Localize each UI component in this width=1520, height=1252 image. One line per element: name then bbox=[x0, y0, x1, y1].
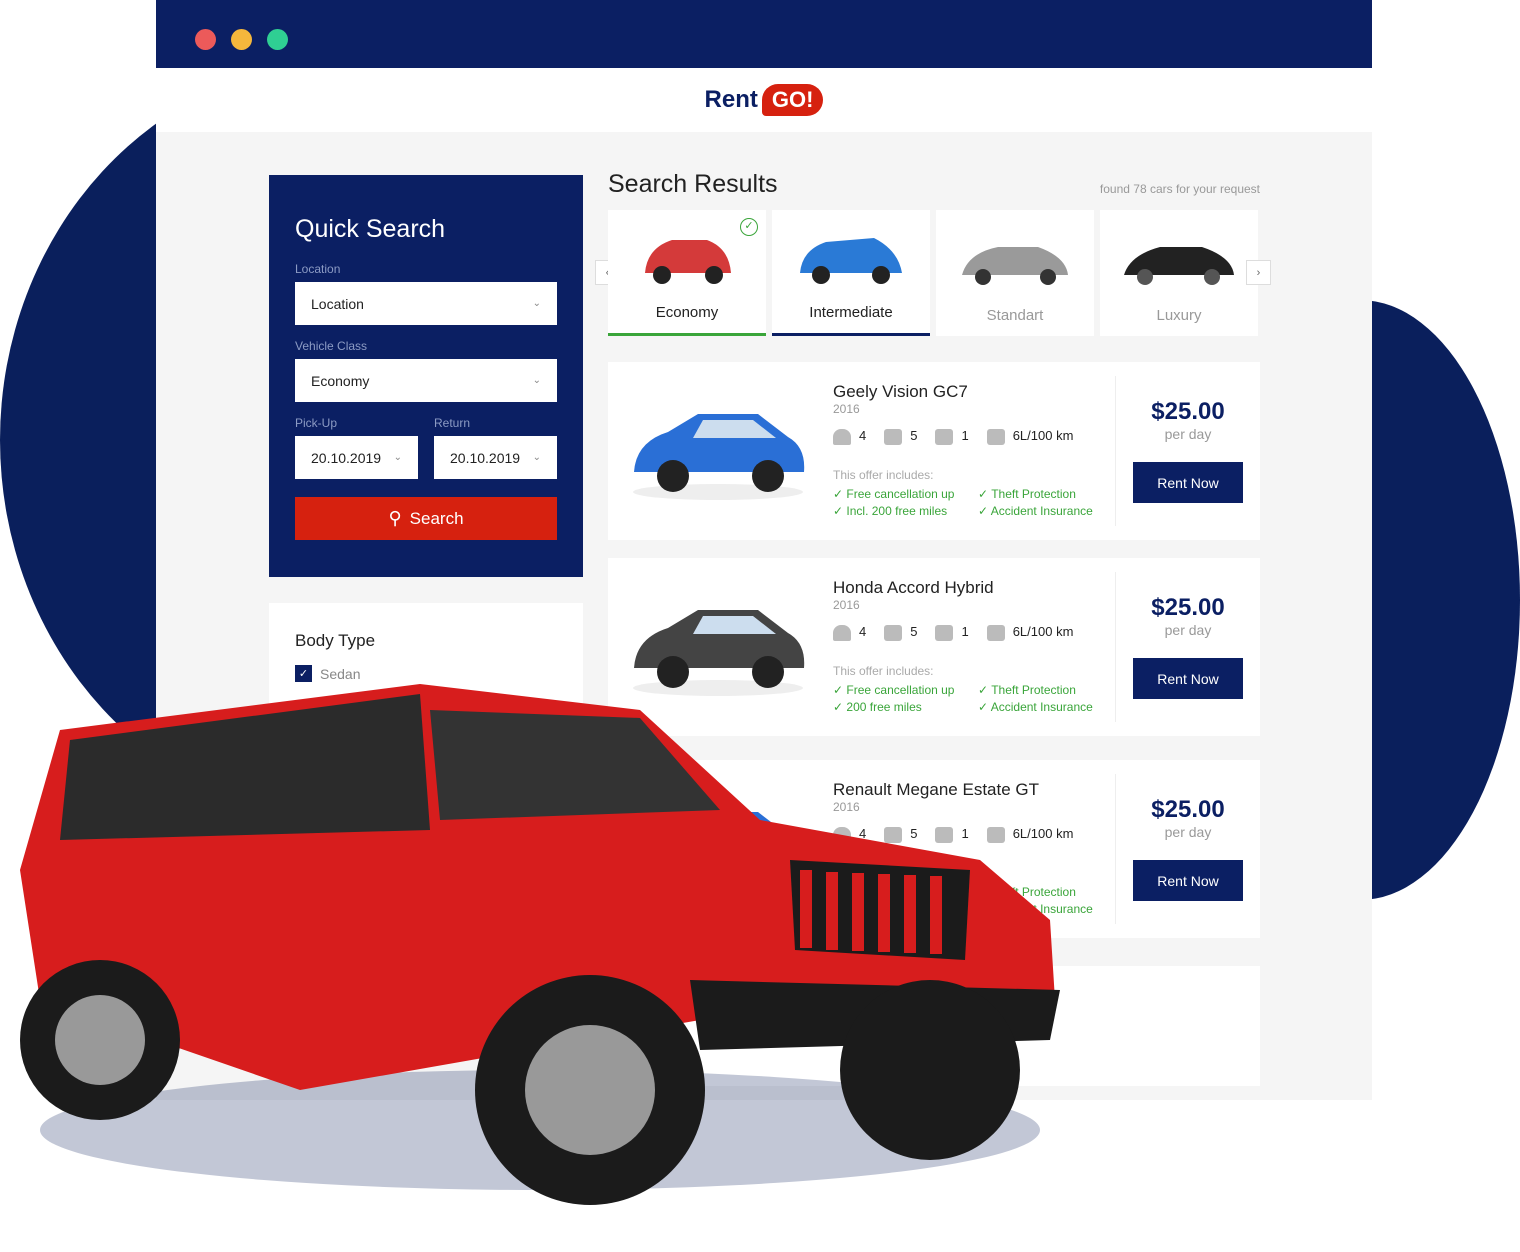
category-label: Standart bbox=[986, 307, 1044, 324]
fuel-can-icon bbox=[986, 624, 1005, 641]
pickup-label: Pick-Up bbox=[295, 416, 338, 430]
chevron-down-icon: ⌄ bbox=[532, 452, 541, 463]
maximize-dot[interactable] bbox=[267, 29, 288, 50]
check-icon: ✓ bbox=[833, 504, 844, 518]
feature-item: ✓ Accident Insurance bbox=[978, 504, 1118, 518]
minimize-dot[interactable] bbox=[231, 29, 252, 50]
price: $25.00 bbox=[1151, 398, 1225, 425]
search-icon: ⚲ bbox=[388, 508, 402, 528]
return-date-value: 20.10.2019 bbox=[450, 449, 521, 466]
chevron-down-icon: ⌄ bbox=[532, 298, 541, 309]
window-titlebar bbox=[156, 0, 1372, 68]
check-circle-icon: ✓ bbox=[740, 218, 758, 236]
vehicle-class-value: Economy bbox=[311, 372, 370, 389]
car-image bbox=[633, 414, 805, 500]
results-count: found 78 cars for your request bbox=[1099, 182, 1260, 196]
check-icon: ✓ bbox=[978, 487, 989, 501]
location-select[interactable]: Location ⌄ bbox=[295, 282, 557, 325]
car-year: 2016 bbox=[833, 598, 860, 612]
door-icon bbox=[884, 624, 903, 641]
jeep-hero-image bbox=[20, 684, 1060, 1205]
doors-count: 5 bbox=[910, 624, 918, 639]
pickup-date-value: 20.10.2019 bbox=[311, 449, 382, 466]
fuel-can-icon bbox=[986, 428, 1005, 445]
body-type-title: Body Type bbox=[295, 631, 376, 650]
site-header: Rent GO! bbox=[156, 68, 1372, 132]
offer-features: ✓ Free cancellation up✓ Theft Protection… bbox=[833, 487, 1118, 518]
result-card: Geely Vision GC7 2016 4 5 1 6L/100 km Th… bbox=[608, 362, 1260, 540]
seats-count: 4 bbox=[859, 624, 867, 639]
doors-count: 5 bbox=[910, 428, 918, 443]
bags-count: 1 bbox=[961, 624, 969, 639]
feature-item: ✓ Theft Protection bbox=[978, 487, 1118, 501]
car-image bbox=[800, 238, 902, 284]
return-label: Return bbox=[434, 416, 471, 430]
price-unit: per day bbox=[1164, 622, 1212, 638]
location-label: Location bbox=[295, 262, 341, 276]
divider bbox=[1115, 376, 1116, 526]
car-image bbox=[645, 240, 731, 284]
feature-label: Theft Protection bbox=[991, 487, 1076, 501]
logo-text[interactable]: Rent bbox=[705, 86, 758, 114]
chevron-down-icon: ⌄ bbox=[532, 375, 541, 386]
category-carousel: ✓ Economy Intermediate Standart Luxury bbox=[608, 210, 1258, 336]
search-button[interactable]: ⚲ Search bbox=[295, 497, 557, 540]
search-results-title: Search Results bbox=[608, 170, 778, 198]
feature-item: ✓ Incl. 200 free miles bbox=[833, 504, 978, 518]
check-icon: ✓ bbox=[978, 504, 989, 518]
feature-label: Accident Insurance bbox=[990, 504, 1093, 518]
luggage-icon bbox=[935, 624, 954, 641]
category-luxury[interactable]: Luxury bbox=[1100, 210, 1258, 336]
close-dot[interactable] bbox=[195, 29, 216, 50]
search-label: Search bbox=[409, 508, 464, 528]
offer-includes-label: This offer includes: bbox=[833, 468, 934, 482]
pickup-date-select[interactable]: 20.10.2019 ⌄ bbox=[295, 436, 418, 479]
quick-search-title: Quick Search bbox=[295, 215, 446, 243]
fuel-consumption: 6L/100 km bbox=[1012, 624, 1074, 639]
feature-label: Incl. 200 free miles bbox=[846, 504, 948, 518]
price: $25.00 bbox=[1151, 594, 1225, 621]
category-intermediate[interactable]: Intermediate bbox=[772, 210, 930, 336]
car-image bbox=[962, 247, 1068, 285]
chevron-right-icon[interactable]: › bbox=[1246, 260, 1271, 285]
quick-search-panel: Quick Search Location Location ⌄ Vehicle … bbox=[269, 175, 583, 577]
category-label: Luxury bbox=[1156, 307, 1202, 324]
price-unit: per day bbox=[1164, 824, 1212, 840]
door-icon bbox=[884, 428, 903, 445]
car-specs: 4 5 1 6L/100 km bbox=[833, 624, 1073, 641]
rent-now-button[interactable]: Rent Now bbox=[1133, 860, 1243, 901]
category-label: Intermediate bbox=[809, 304, 893, 321]
chevron-down-icon: ⌄ bbox=[393, 452, 402, 463]
fuel-consumption: 6L/100 km bbox=[1012, 428, 1074, 443]
category-label: Economy bbox=[655, 304, 719, 321]
divider bbox=[1115, 774, 1116, 924]
passenger-icon bbox=[833, 624, 851, 641]
rent-now-button[interactable]: Rent Now bbox=[1133, 462, 1243, 503]
feature-item: ✓ Free cancellation up bbox=[833, 487, 978, 501]
car-name[interactable]: Geely Vision GC7 bbox=[833, 382, 968, 402]
price: $25.00 bbox=[1151, 796, 1225, 823]
car-specs: 4 5 1 6L/100 km bbox=[833, 428, 1073, 445]
divider bbox=[1115, 572, 1116, 722]
bags-count: 1 bbox=[961, 428, 969, 443]
category-economy[interactable]: ✓ Economy bbox=[608, 210, 766, 336]
rent-now-button[interactable]: Rent Now bbox=[1133, 658, 1243, 699]
luggage-icon bbox=[935, 428, 954, 445]
seats-count: 4 bbox=[859, 428, 867, 443]
passenger-icon bbox=[833, 428, 851, 445]
feature-label: Free cancellation up bbox=[846, 487, 955, 501]
car-year: 2016 bbox=[833, 402, 860, 416]
vehicle-class-select[interactable]: Economy ⌄ bbox=[295, 359, 557, 402]
check-icon: ✓ bbox=[833, 487, 844, 501]
return-date-select[interactable]: 20.10.2019 ⌄ bbox=[434, 436, 557, 479]
car-name[interactable]: Honda Accord Hybrid bbox=[833, 578, 994, 598]
location-value: Location bbox=[311, 295, 364, 312]
vehicle-class-label: Vehicle Class bbox=[295, 339, 368, 353]
category-standart[interactable]: Standart bbox=[936, 210, 1094, 336]
logo-badge[interactable]: GO! bbox=[761, 84, 824, 116]
price-unit: per day bbox=[1164, 426, 1212, 442]
car-image bbox=[1124, 247, 1234, 285]
